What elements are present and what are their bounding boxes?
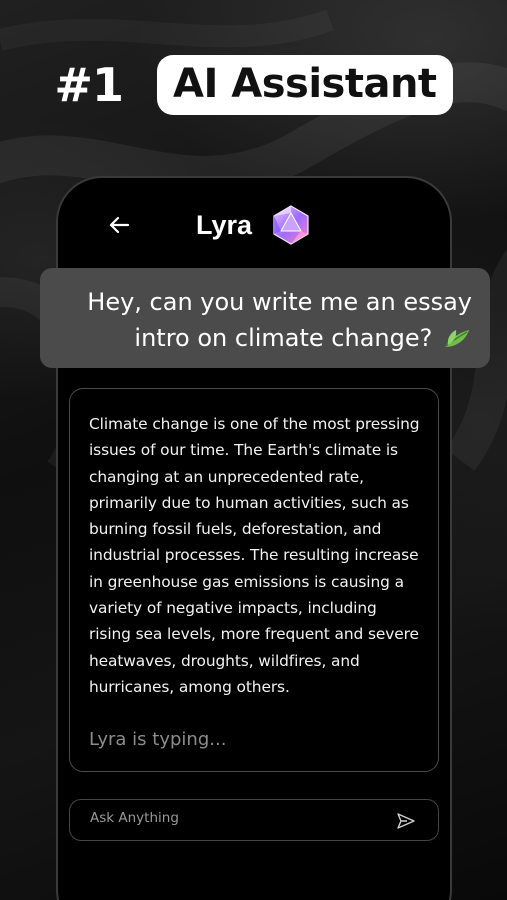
ai-assistant-badge: AI Assistant [156,55,453,115]
user-message-line-1: Hey, can you write me an essay [87,288,472,316]
headline: #1 AI Assistant [0,55,507,115]
rank-label: #1 [54,58,124,112]
assistant-message-text: Climate change is one of the most pressi… [89,415,420,696]
gem-icon [273,205,309,245]
user-message-line-2-text: intro on climate change? [134,324,433,352]
leaf-icon [444,330,469,348]
chat-title-group: Lyra [56,204,452,246]
chat-title: Lyra [195,209,253,240]
chat-header: Lyra [56,196,452,256]
message-input-bar [69,799,439,841]
assistant-message-card: Climate change is one of the most pressi… [69,388,439,772]
send-icon[interactable] [396,811,416,831]
ask-input[interactable] [90,810,370,826]
user-message-line-2: intro on climate change? [58,320,472,356]
user-message-bubble: Hey, can you write me an essay intro on … [40,268,490,368]
typing-indicator: Lyra is typing... [89,729,227,750]
